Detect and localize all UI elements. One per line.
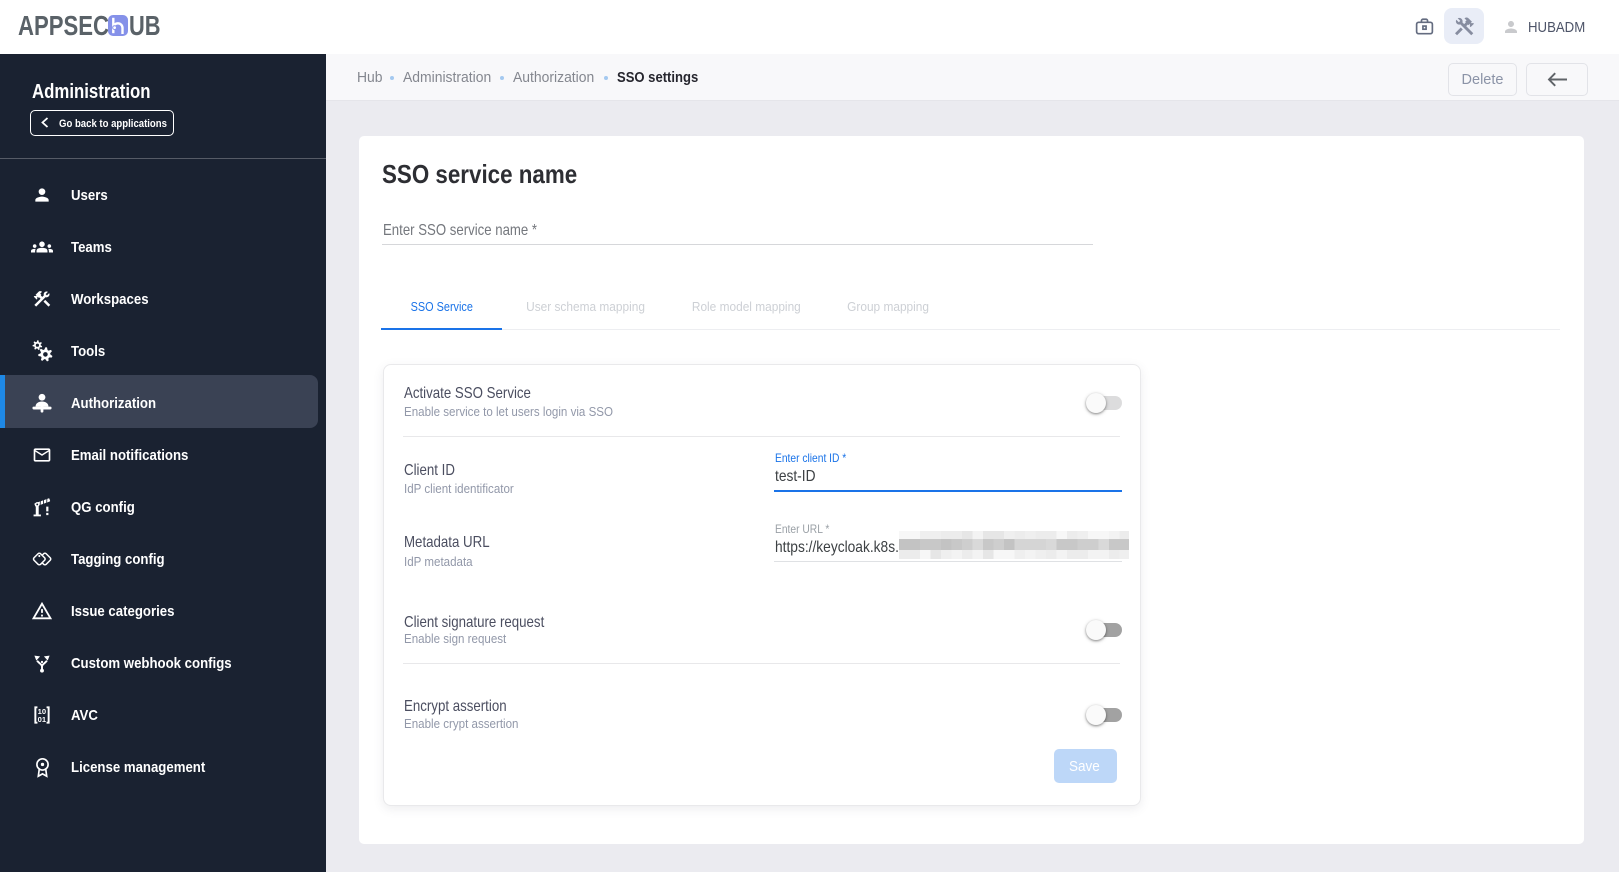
svg-text:01: 01 [38, 715, 47, 724]
